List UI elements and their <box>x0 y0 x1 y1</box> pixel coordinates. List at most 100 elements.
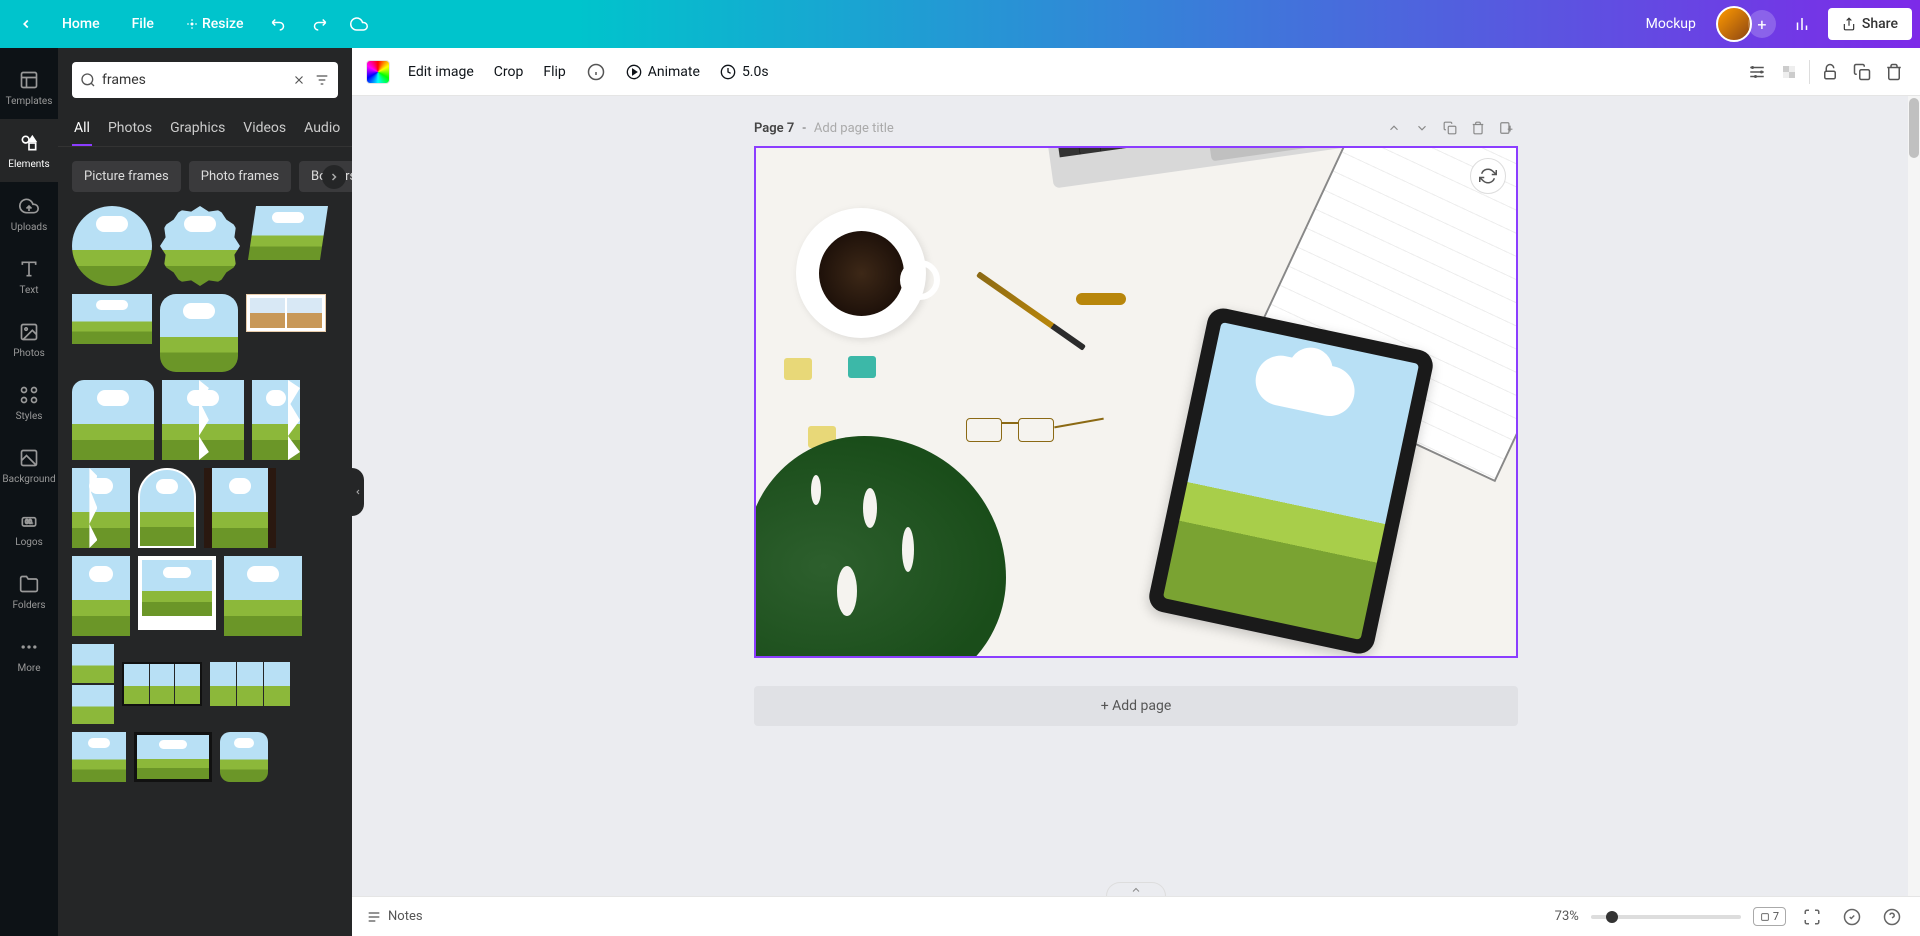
frame-torn2[interactable] <box>252 380 300 460</box>
tablet-frame[interactable] <box>1146 305 1435 656</box>
tab-videos[interactable]: Videos <box>241 112 288 146</box>
transparency-icon[interactable] <box>1777 60 1801 84</box>
flip-button[interactable]: Flip <box>541 58 567 86</box>
panel-collapse-button[interactable] <box>352 468 364 516</box>
notes-button[interactable]: Notes <box>366 909 423 925</box>
frame-arch1[interactable] <box>72 380 154 460</box>
duration-label: 5.0s <box>742 64 769 80</box>
nav-photos[interactable]: Photos <box>0 308 58 371</box>
nav-text-label: Text <box>19 285 38 296</box>
page-duplicate-button[interactable] <box>1438 116 1462 140</box>
frame-rect[interactable] <box>72 294 152 344</box>
frame-border[interactable] <box>134 732 212 782</box>
page-add-button[interactable] <box>1494 116 1518 140</box>
share-button[interactable]: Share <box>1828 8 1912 40</box>
chip-picture-frames[interactable]: Picture frames <box>72 161 181 192</box>
duplicate-icon[interactable] <box>1850 60 1874 84</box>
color-swatch[interactable] <box>366 60 390 84</box>
page-actions <box>1382 116 1518 140</box>
position-icon[interactable] <box>1745 60 1769 84</box>
frame-polaroid[interactable] <box>246 294 326 332</box>
editor-toolbar: Edit image Crop Flip Animate 5.0s <box>352 48 1920 96</box>
frame-triptych2[interactable] <box>210 662 290 706</box>
vertical-scrollbar-thumb[interactable] <box>1909 98 1919 158</box>
frame-arch2[interactable] <box>138 468 196 548</box>
nav-elements[interactable]: Elements <box>0 119 58 182</box>
pen-prop <box>976 271 1086 350</box>
cloud-sync-icon[interactable] <box>341 6 377 42</box>
pages-panel-toggle[interactable] <box>1106 882 1166 896</box>
frame-trapezoid[interactable] <box>248 206 328 260</box>
tab-photos[interactable]: Photos <box>106 112 154 146</box>
page-delete-button[interactable] <box>1466 116 1490 140</box>
search-box <box>58 48 352 112</box>
page-title-input[interactable]: Add page title <box>814 121 894 136</box>
document-title[interactable]: Mockup <box>1634 8 1708 40</box>
clear-search-icon[interactable] <box>292 73 306 87</box>
resize-button[interactable]: Resize <box>172 8 258 40</box>
frame-double-v[interactable] <box>72 644 114 724</box>
tablet-screen-frame[interactable] <box>1163 322 1419 640</box>
filter-icon[interactable] <box>314 72 330 88</box>
search-input[interactable] <box>96 64 292 96</box>
photos-icon <box>17 320 41 344</box>
frame-torn1[interactable] <box>162 380 244 460</box>
tab-graphics[interactable]: Graphics <box>168 112 227 146</box>
home-button[interactable]: Home <box>48 8 114 40</box>
frame-circle[interactable] <box>72 206 152 286</box>
nav-styles[interactable]: Styles <box>0 371 58 434</box>
search-wrap <box>72 62 338 98</box>
canvas-content[interactable] <box>756 148 1516 656</box>
frame-polaroid2[interactable] <box>138 556 216 630</box>
coffee-cup-prop <box>796 208 926 338</box>
info-icon[interactable] <box>584 60 608 84</box>
nav-logos[interactable]: CO. Logos <box>0 497 58 560</box>
undo-button[interactable] <box>261 6 297 42</box>
fullscreen-button[interactable] <box>1798 903 1826 931</box>
edit-image-button[interactable]: Edit image <box>406 58 476 86</box>
frame-rounded2[interactable] <box>220 732 268 782</box>
frame-rounded[interactable] <box>160 294 238 372</box>
nav-elements-label: Elements <box>8 159 49 170</box>
vertical-scrollbar[interactable] <box>1908 96 1920 896</box>
page-down-button[interactable] <box>1410 116 1434 140</box>
tab-all[interactable]: All <box>72 112 92 146</box>
zoom-slider[interactable] <box>1591 915 1741 919</box>
page-up-button[interactable] <box>1382 116 1406 140</box>
zoom-slider-thumb[interactable] <box>1606 911 1618 923</box>
frame-triptych[interactable] <box>122 662 202 706</box>
nav-templates[interactable]: Templates <box>0 56 58 119</box>
frame-rect2[interactable] <box>224 556 302 636</box>
redo-button[interactable] <box>301 6 337 42</box>
chip-photo-frames[interactable]: Photo frames <box>189 161 291 192</box>
file-button[interactable]: File <box>118 8 168 40</box>
add-member-button[interactable]: + <box>1748 10 1776 38</box>
help-button[interactable] <box>1878 903 1906 931</box>
delete-icon[interactable] <box>1882 60 1906 84</box>
nav-background[interactable]: Background <box>0 434 58 497</box>
page-count-button[interactable]: 7 <box>1753 907 1786 926</box>
frame-film[interactable] <box>204 468 276 548</box>
insights-button[interactable] <box>1784 6 1820 42</box>
lock-icon[interactable] <box>1818 60 1842 84</box>
tab-audio[interactable]: Audio <box>302 112 342 146</box>
canvas-area[interactable]: Page 7 - Add page title <box>352 96 1920 896</box>
add-page-button[interactable]: + Add page <box>754 686 1518 726</box>
chips-scroll-right[interactable] <box>322 165 346 189</box>
nav-folders[interactable]: Folders <box>0 560 58 623</box>
frame-portrait1[interactable] <box>72 468 130 548</box>
checklist-button[interactable] <box>1838 903 1866 931</box>
back-button[interactable] <box>8 6 44 42</box>
nav-uploads[interactable]: Uploads <box>0 182 58 245</box>
canvas-frame[interactable] <box>754 146 1518 658</box>
refresh-button[interactable] <box>1470 158 1506 194</box>
nav-text[interactable]: Text <box>0 245 58 308</box>
animate-button[interactable]: Animate <box>624 58 702 86</box>
nav-more[interactable]: More <box>0 623 58 686</box>
frame-portrait2[interactable] <box>72 556 130 636</box>
frame-badge[interactable] <box>160 206 240 286</box>
user-avatar[interactable] <box>1716 6 1752 42</box>
frame-sq1[interactable] <box>72 732 126 782</box>
duration-button[interactable]: 5.0s <box>718 58 771 86</box>
crop-button[interactable]: Crop <box>492 58 526 86</box>
